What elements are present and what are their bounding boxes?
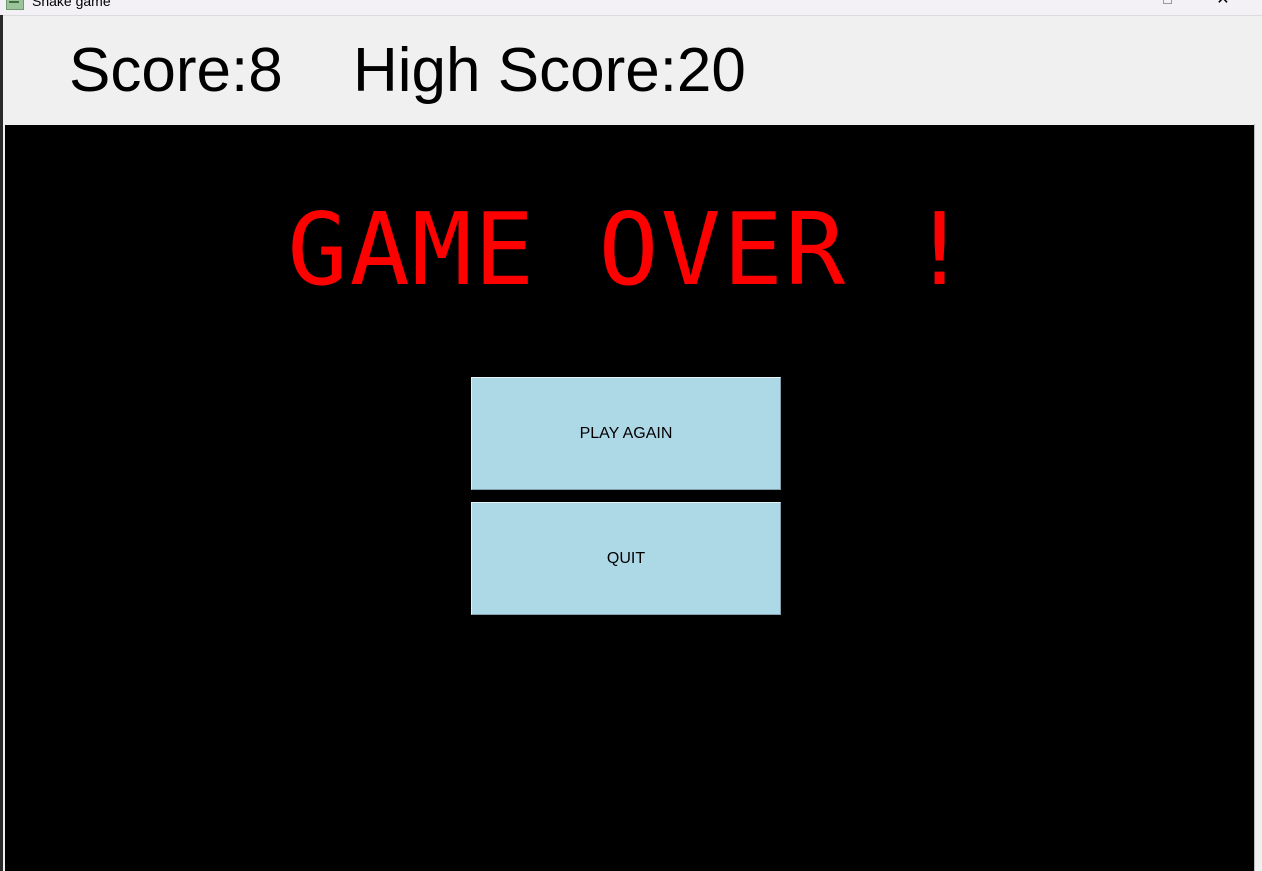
window-right-edge [1254, 124, 1262, 871]
window-title: Snake game [32, 0, 111, 9]
high-score-label: High Score:20 [353, 36, 746, 105]
score-bar: Score:8 High Score:20 [3, 16, 1255, 124]
quit-button[interactable]: QUIT [471, 502, 781, 615]
close-icon[interactable]: ✕ [1214, 0, 1232, 8]
game-over-message: GAME OVER ! [287, 191, 972, 308]
window-left-edge [0, 15, 3, 871]
title-bar[interactable]: Snake game ✕ [0, 0, 1262, 16]
game-window: Snake game ✕ Score:8 High Score:20 GAME … [0, 0, 1262, 871]
score-label: Score:8 [69, 36, 283, 105]
snake-app-icon [6, 0, 24, 10]
maximize-icon[interactable] [1163, 0, 1172, 4]
play-again-button[interactable]: PLAY AGAIN [471, 377, 781, 490]
game-canvas[interactable]: GAME OVER ! PLAY AGAIN QUIT [5, 125, 1254, 871]
